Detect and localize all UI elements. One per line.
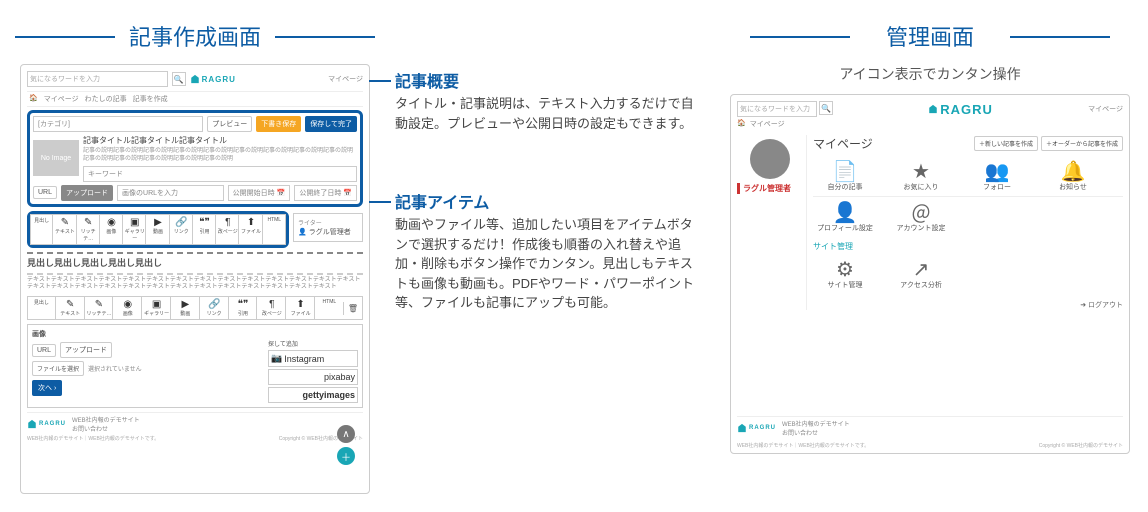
- tool-動画[interactable]: ▶動画: [172, 297, 200, 319]
- site-admin-label: サイト管理: [813, 241, 1123, 252]
- footer-logo: RAGRU: [27, 419, 66, 429]
- delete-icon[interactable]: 🗑: [343, 302, 362, 315]
- tool-画像[interactable]: ◉画像: [114, 297, 142, 319]
- callout-items: 記事アイテム 動画やファイル等、追加したい項目をアイテムボタンで選択するだけ！作…: [395, 189, 695, 313]
- page-title: マイページ: [813, 135, 873, 152]
- tool-改ページ[interactable]: ¶改ページ: [217, 215, 239, 244]
- menu-プロフィール設定[interactable]: 👤プロフィール設定: [813, 201, 877, 233]
- tool-テキスト[interactable]: ✎テキスト: [57, 297, 85, 319]
- mp-mypage-link[interactable]: マイページ: [1088, 104, 1123, 114]
- draft-button[interactable]: 下書き保存: [256, 116, 301, 132]
- next-button[interactable]: 次へ ›: [32, 380, 62, 396]
- tool-ファイル[interactable]: ⬆ファイル: [287, 297, 315, 319]
- callout-title: 記事アイテム: [395, 189, 695, 213]
- mp-footer-logo: RAGRU: [737, 423, 776, 433]
- heading-sample: 見出し見出し見出し見出し見出し: [27, 252, 363, 269]
- menu-お気に入り[interactable]: ★お気に入り: [889, 160, 953, 192]
- tab-upload[interactable]: アップロード: [61, 185, 113, 201]
- avatar: [750, 139, 790, 179]
- menu-アクセス分析[interactable]: ↗アクセス分析: [889, 258, 953, 290]
- mp-footer-contact[interactable]: お問い合わせ: [782, 428, 850, 437]
- tool-HTML[interactable]: HTML: [316, 297, 343, 319]
- file-select-button[interactable]: ファイルを選択: [32, 361, 84, 376]
- admin-card: 気になるワードを入力 🔍 RAGRU マイページ 🏠マイページ ラグル管理者 マ…: [730, 94, 1130, 454]
- tool-ファイル[interactable]: ⬆ファイル: [240, 215, 262, 244]
- tool-ギャラリー[interactable]: ▣ギャラリー: [143, 297, 171, 319]
- user-panel: ラグル管理者: [737, 135, 807, 310]
- footer-contact[interactable]: お問い合わせ: [72, 424, 140, 433]
- image-url-input[interactable]: 画像のURLを入力: [117, 185, 224, 201]
- tool-画像[interactable]: ◉画像: [101, 215, 123, 244]
- callout-body: 動画やファイル等、追加したい項目をアイテムボタンで選択するだけ！作成後も順番の入…: [395, 215, 695, 313]
- menu-自分の記事[interactable]: 📄自分の記事: [813, 160, 877, 192]
- section-title-editor: 記事作成画面: [20, 20, 370, 52]
- menu-サイト管理[interactable]: ⚙サイト管理: [813, 258, 877, 290]
- editor-card: 気になるワードを入力 🔍 RAGRU マイページ 🏠 マイページ わたしの記事 …: [20, 64, 370, 494]
- instagram-icon[interactable]: 📷: [271, 353, 282, 364]
- category-select[interactable]: [カテゴリ]: [33, 116, 203, 132]
- menu-フォロー[interactable]: 👥フォロー: [965, 160, 1029, 192]
- breadcrumb: 🏠 マイページ わたしの記事 記事を作成: [27, 91, 363, 107]
- keyword-input[interactable]: キーワード: [83, 166, 357, 182]
- footer-site: WEB社内報のデモサイト: [72, 415, 140, 424]
- add-button[interactable]: ＋: [337, 447, 355, 465]
- tab-url[interactable]: URL: [33, 186, 57, 199]
- paragraph-sample: テキストテキストテキストテキストテキストテキストテキストテキストテキストテキスト…: [27, 273, 363, 293]
- mp-footer-site: WEB社内報のデモサイト: [782, 419, 850, 428]
- gettyimages-link[interactable]: gettyimages: [268, 387, 358, 403]
- writer-box: ライター 👤 ラグル管理者: [293, 213, 363, 242]
- home-icon[interactable]: 🏠: [737, 119, 746, 129]
- search-input[interactable]: 気になるワードを入力: [27, 71, 168, 87]
- tool-見出し[interactable]: 見出し: [31, 215, 53, 244]
- callout-title: 記事概要: [395, 68, 695, 92]
- file-none-label: 選択されていません: [88, 364, 142, 373]
- noimage-placeholder: No Image: [33, 140, 79, 176]
- pixabay-link[interactable]: pixabay: [268, 369, 358, 385]
- footer-note: WEB社内報のデモサイト｜WEB社内報のデモサイトです。: [27, 435, 159, 442]
- brand-logo: RAGRU: [190, 74, 325, 84]
- scroll-top-button[interactable]: ∧: [337, 425, 355, 443]
- tool-リッチテ…[interactable]: ✎リッチテ…: [86, 297, 114, 319]
- callout-summary: 記事概要 タイトル・記事説明は、テキスト入力するだけで自動設定。プレビューや公開…: [395, 68, 695, 133]
- logout-link[interactable]: ➜ ログアウト: [813, 300, 1123, 310]
- tool-リッチテ…[interactable]: ✎リッチテ…: [78, 215, 100, 244]
- tool-改ページ[interactable]: ¶改ページ: [258, 297, 286, 319]
- new-article-button[interactable]: ＋新しい記事を作成: [974, 136, 1038, 151]
- section-title-admin: 管理画面: [730, 20, 1130, 52]
- img-tab-url[interactable]: URL: [32, 344, 56, 357]
- tool-見出し[interactable]: 見出し: [28, 297, 56, 319]
- menu-お知らせ[interactable]: 🔔お知らせ: [1041, 160, 1105, 192]
- publish-button[interactable]: 保存して完了: [305, 116, 357, 132]
- article-desc-input[interactable]: 記事の説明記事の説明記事の説明記事の説明記事の説明記事の説明記事の説明記事の説明…: [83, 148, 357, 164]
- article-title-input[interactable]: 記事タイトル記事タイトル記事タイトル: [83, 135, 357, 146]
- tool-リンク[interactable]: 🔗リンク: [171, 215, 193, 244]
- mypage-link[interactable]: マイページ: [328, 74, 363, 84]
- mp-brand-logo: RAGRU: [928, 102, 993, 117]
- tool-動画[interactable]: ▶動画: [147, 215, 169, 244]
- publish-start-date[interactable]: 公開開始日時 📅: [228, 185, 291, 201]
- tool-ギャラリー[interactable]: ▣ギャラリー: [124, 215, 146, 244]
- tool-HTML[interactable]: HTML: [264, 215, 285, 244]
- summary-frame: [カテゴリ] プレビュー 下書き保存 保存して完了 No Image 記事タイト…: [27, 110, 363, 207]
- order-article-button[interactable]: ＋オーダーから記事を作成: [1041, 136, 1123, 151]
- tool-リンク[interactable]: 🔗リンク: [201, 297, 229, 319]
- tool-テキスト[interactable]: ✎テキスト: [54, 215, 76, 244]
- search-icon[interactable]: 🔍: [172, 72, 186, 86]
- preview-button[interactable]: プレビュー: [207, 116, 252, 132]
- mp-search-input[interactable]: 気になるワードを入力: [737, 101, 817, 117]
- tool-引用[interactable]: ❝❞引用: [194, 215, 216, 244]
- img-tab-upload[interactable]: アップロード: [60, 342, 112, 358]
- image-source-panel: 画像 URL アップロード ファイルを選択 選択されていません 次へ › 探して…: [27, 324, 363, 408]
- user-name: ラグル管理者: [737, 183, 802, 194]
- admin-subtitle: アイコン表示でカンタン操作: [730, 64, 1130, 84]
- publish-end-date[interactable]: 公開終了日時 📅: [294, 185, 357, 201]
- mp-search-icon[interactable]: 🔍: [819, 101, 833, 115]
- tool-引用[interactable]: ❝❞引用: [230, 297, 258, 319]
- item-toolbar: 見出し✎テキスト✎リッチテ…◉画像▣ギャラリー▶動画🔗リンク❝❞引用¶改ページ⬆…: [30, 214, 286, 245]
- menu-アカウント設定[interactable]: ＠アカウント設定: [889, 201, 953, 233]
- callout-body: タイトル・記事説明は、テキスト入力するだけで自動設定。プレビューや公開日時の設定…: [395, 94, 695, 133]
- search-add-label: 探して追加: [268, 339, 358, 348]
